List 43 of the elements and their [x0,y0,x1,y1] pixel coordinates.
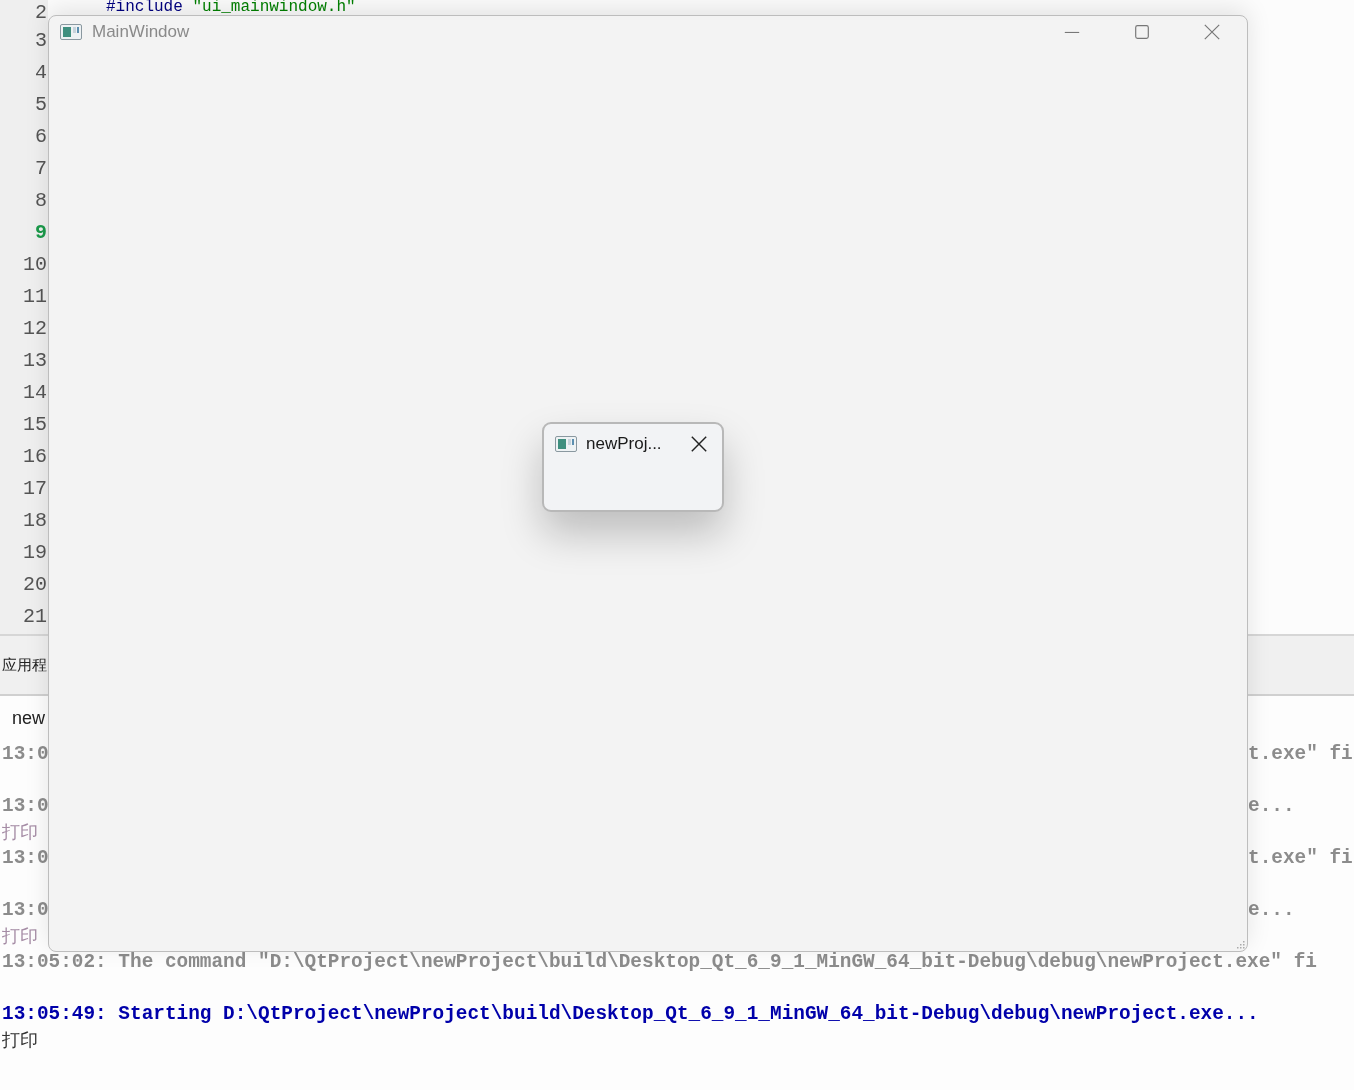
close-icon[interactable] [690,435,708,453]
log-message: 13:05:02: The command "D:\QtProject\newProject\build\Desktop_Qt_6_9_1_MinGW_64_bit-Debug\debug\newProject.exe" fi [2,950,1317,975]
output-text: 打印 [2,925,38,948]
line-number: 3 [34,28,48,54]
line-number: 19 [22,540,48,566]
maximize-icon[interactable] [1133,23,1151,41]
log-message: t.exe" fi [1248,846,1354,871]
line-number: 13 [22,348,48,374]
line-number: 10 [22,252,48,278]
line-number: 11 [22,284,48,310]
log-message: e... [1248,898,1296,923]
line-number: 16 [22,444,48,470]
line-number: 2 [34,0,48,25]
output-text: 打印 [2,821,38,844]
dialog-title: newProj... [586,434,663,454]
line-number: 17 [22,476,48,502]
line-number: 21 [22,604,48,630]
code-line: #include "ui_mainwindow.h" [106,0,357,14]
line-number: 12 [22,316,48,342]
log-message: 13:0 [2,742,49,767]
line-number: 18 [22,508,48,534]
log-message: 13:0 [2,794,49,819]
log-message: 13:0 [2,898,49,923]
log-message: 13:0 [2,846,49,871]
line-number: 6 [34,124,48,150]
line-number: 8 [34,188,48,214]
line-number: 9 [34,220,48,246]
resize-grip-icon[interactable] [1235,939,1245,949]
line-number: 4 [34,60,48,86]
line-number: 7 [34,156,48,182]
line-number: 15 [22,412,48,438]
output-text: 打印 [2,1029,38,1052]
app-icon [555,436,577,452]
line-number: 5 [34,92,48,118]
pane-title: 应用程 [2,655,47,675]
line-number: 20 [22,572,48,598]
log-message: e... [1248,794,1296,819]
output-tab[interactable]: new [12,707,46,729]
app-icon [60,24,82,40]
line-number: 14 [22,380,48,406]
log-message: 13:05:49: Starting D:\QtProject\newProject\build\Desktop_Qt_6_9_1_MinGW_64_bit-Debug\debug\newProject.exe... [2,1002,1259,1027]
window-title: MainWindow [92,22,190,42]
log-message: t.exe" fi [1248,742,1354,767]
